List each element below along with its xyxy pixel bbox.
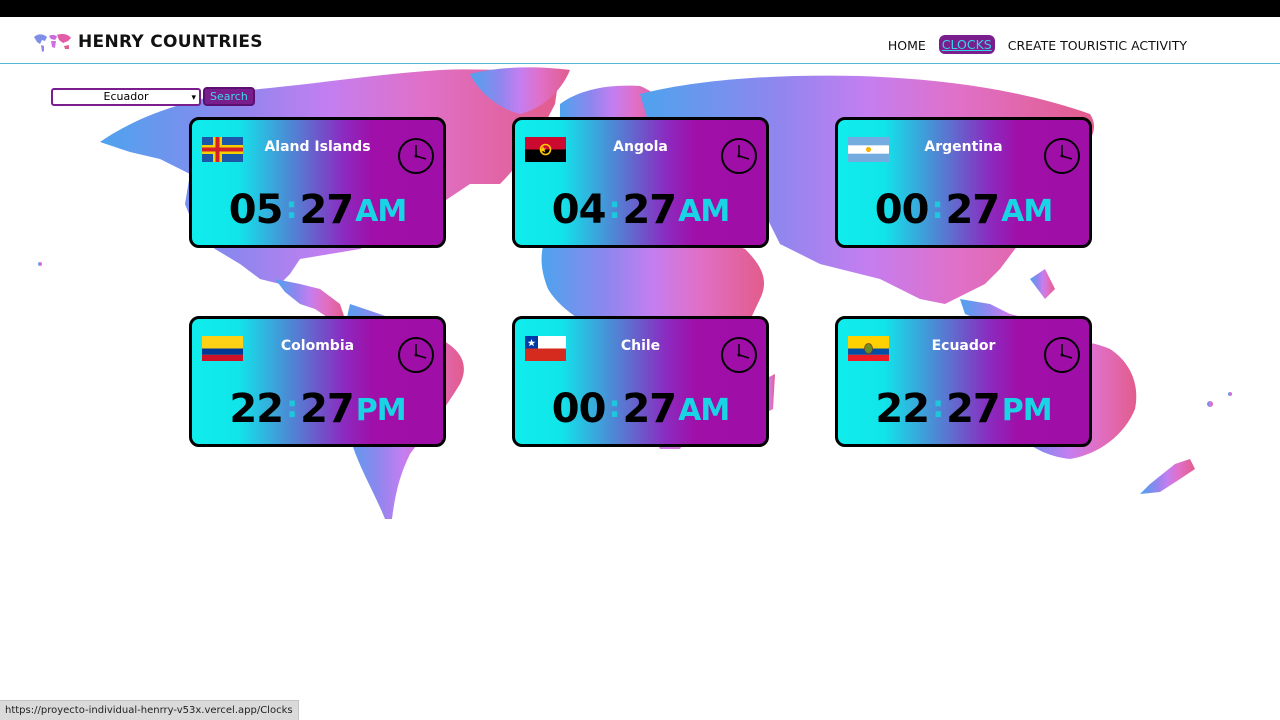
clock-icon bbox=[398, 138, 434, 174]
search-bar: Ecuador ▾ Search bbox=[51, 87, 255, 106]
time-display: 22:27PM bbox=[192, 385, 443, 437]
time-display: 05:27AM bbox=[192, 186, 443, 238]
window-top-bar bbox=[0, 0, 1280, 17]
chile-flag-icon bbox=[525, 336, 566, 361]
aland-islands-flag-icon bbox=[202, 137, 243, 162]
clock-icon bbox=[398, 337, 434, 373]
country-select-value: Ecuador bbox=[103, 89, 149, 103]
country-name: Colombia bbox=[280, 338, 355, 354]
angola-flag-icon bbox=[525, 137, 566, 162]
clock-icon bbox=[721, 337, 757, 373]
time-ampm: AM bbox=[1001, 194, 1053, 229]
country-name: Chile bbox=[620, 338, 661, 354]
clock-icon bbox=[1044, 138, 1080, 174]
time-separator: : bbox=[285, 191, 297, 226]
ecuador-flag-icon bbox=[848, 336, 889, 361]
time-minutes: 27 bbox=[300, 386, 355, 432]
clock-card: Aland Islands 05:27AM bbox=[189, 117, 446, 248]
country-name: Argentina bbox=[924, 139, 1003, 155]
time-ampm: PM bbox=[355, 393, 407, 428]
time-display: 22:27PM bbox=[838, 385, 1089, 437]
time-hours: 05 bbox=[228, 187, 284, 233]
search-button[interactable]: Search bbox=[203, 87, 255, 106]
time-separator: : bbox=[286, 390, 298, 425]
time-separator: : bbox=[608, 191, 620, 226]
time-ampm: AM bbox=[678, 393, 730, 428]
chevron-down-icon: ▾ bbox=[191, 92, 196, 103]
clock-card: Colombia 22:27PM bbox=[189, 316, 446, 447]
time-hours: 22 bbox=[875, 386, 930, 432]
time-separator: : bbox=[932, 390, 944, 425]
time-separator: : bbox=[931, 191, 943, 226]
time-display: 00:27AM bbox=[838, 186, 1089, 238]
clock-card: Chile 00:27AM bbox=[512, 316, 769, 447]
time-ampm: AM bbox=[678, 194, 730, 229]
time-minutes: 27 bbox=[622, 386, 677, 432]
argentina-flag-icon bbox=[848, 137, 889, 162]
time-hours: 04 bbox=[551, 187, 607, 233]
colombia-flag-icon bbox=[202, 336, 243, 361]
time-display: 00:27AM bbox=[515, 385, 766, 437]
world-map-logo-icon bbox=[34, 34, 71, 52]
country-select[interactable]: Ecuador ▾ bbox=[51, 87, 201, 106]
brand-title: HENRY COUNTRIES bbox=[78, 32, 263, 52]
country-name: Ecuador bbox=[931, 338, 996, 354]
time-minutes: 27 bbox=[945, 187, 1000, 233]
clock-card: Ecuador 22:27PM bbox=[835, 316, 1092, 447]
time-separator: : bbox=[608, 390, 620, 425]
country-name: Angola bbox=[613, 139, 668, 155]
time-hours: 22 bbox=[229, 386, 284, 432]
time-hours: 00 bbox=[874, 187, 930, 233]
status-bar-url: https://proyecto-individual-henrry-v53x.… bbox=[0, 700, 299, 720]
navbar: HENRY COUNTRIES HOME CLOCKS CREATE TOURI… bbox=[0, 17, 1280, 64]
nav-clocks-link[interactable]: CLOCKS bbox=[938, 35, 995, 54]
clock-card: Argentina 00:27AM bbox=[835, 117, 1092, 248]
clock-card: Angola 04:27AM bbox=[512, 117, 769, 248]
country-name: Aland Islands bbox=[264, 139, 371, 155]
clock-icon bbox=[1044, 337, 1080, 373]
brand[interactable]: HENRY COUNTRIES bbox=[32, 31, 263, 53]
time-display: 04:27AM bbox=[515, 186, 766, 238]
time-hours: 00 bbox=[551, 386, 607, 432]
time-minutes: 27 bbox=[299, 187, 354, 233]
time-ampm: AM bbox=[355, 194, 407, 229]
nav-links: HOME CLOCKS CREATE TOURISTIC ACTIVITY bbox=[875, 35, 1187, 54]
time-minutes: 27 bbox=[622, 187, 677, 233]
clock-icon bbox=[721, 138, 757, 174]
nav-create-activity-link[interactable]: CREATE TOURISTIC ACTIVITY bbox=[1008, 38, 1187, 53]
time-ampm: PM bbox=[1001, 393, 1053, 428]
time-minutes: 27 bbox=[946, 386, 1001, 432]
nav-home-link[interactable]: HOME bbox=[888, 38, 926, 53]
